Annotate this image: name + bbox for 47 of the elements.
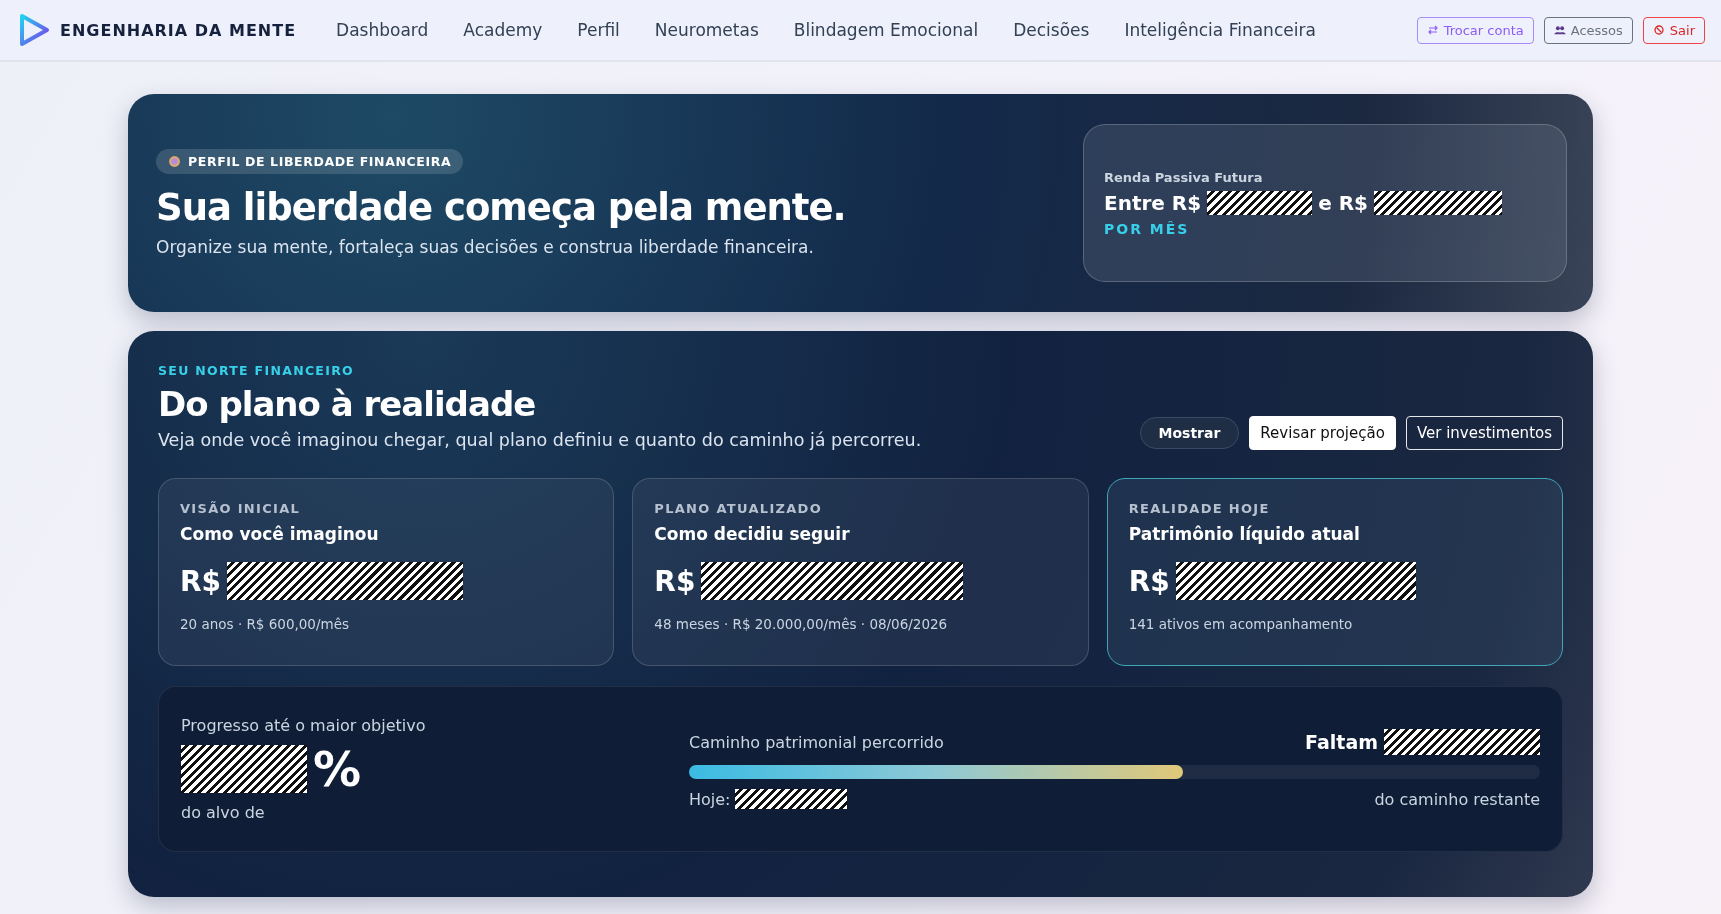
remaining-note: do caminho restante bbox=[1374, 789, 1540, 809]
profile-badge: PERFIL DE LIBERDADE FINANCEIRA bbox=[156, 149, 464, 174]
today-label: Hoje: bbox=[689, 789, 731, 809]
income-label: Renda Passiva Futura bbox=[1104, 169, 1264, 185]
remaining-label: Faltam bbox=[1305, 731, 1378, 753]
nav-link[interactable]: Academy bbox=[463, 20, 543, 40]
brand-name: ENGENHARIA DA MENTE bbox=[60, 20, 297, 40]
card-eyebrow: PLANO ATUALIZADO bbox=[654, 501, 824, 516]
currency-symbol: R$ bbox=[654, 564, 696, 598]
currency-symbol: R$ bbox=[1128, 564, 1170, 598]
power-icon bbox=[1652, 24, 1665, 36]
access-button[interactable]: Acessos bbox=[1543, 16, 1633, 44]
income-connector: e R$ bbox=[1318, 190, 1368, 215]
section-title: Do plano à realidade bbox=[158, 384, 537, 424]
nav-link[interactable]: Dashboard bbox=[336, 20, 429, 40]
medal-icon bbox=[168, 155, 181, 168]
logout-button[interactable]: Sair bbox=[1642, 16, 1705, 44]
swap-icon bbox=[1426, 24, 1439, 36]
nav-link[interactable]: Neurometas bbox=[654, 20, 759, 40]
hero-title: Sua liberdade começa pela mente. bbox=[156, 186, 846, 229]
show-button[interactable]: Mostrar bbox=[1139, 417, 1240, 449]
section-subtitle: Veja onde você imaginou chegar, qual plano definiu e quanto do caminho já percorreu. bbox=[158, 430, 922, 450]
nav-link[interactable]: Inteligência Financeira bbox=[1124, 20, 1316, 40]
users-icon bbox=[1553, 24, 1566, 36]
review-button[interactable]: Revisar projeção bbox=[1249, 416, 1396, 450]
switch-account-button[interactable]: Trocar conta bbox=[1416, 16, 1534, 44]
card-title: Como decidiu seguir bbox=[654, 524, 851, 544]
income-prefix: Entre R$ bbox=[1104, 190, 1202, 215]
path-label: Caminho patrimonial percorrido bbox=[689, 732, 944, 752]
progress-label: Progresso até o maior objetivo bbox=[181, 716, 427, 735]
card-note: 48 meses · R$ 20.000,00/mês · 08/06/2026 bbox=[654, 616, 949, 632]
target-label: do alvo de bbox=[181, 803, 266, 822]
currency-symbol: R$ bbox=[180, 564, 222, 598]
card-note: 141 ativos em acompanhamento bbox=[1128, 616, 1354, 632]
income-period: POR MÊS bbox=[1104, 220, 1191, 237]
investments-button[interactable]: Ver investimentos bbox=[1405, 416, 1563, 450]
card-note: 20 anos · R$ 600,00/mês bbox=[180, 616, 350, 632]
nav-link[interactable]: Decisões bbox=[1013, 20, 1090, 40]
card-title: Patrimônio líquido atual bbox=[1128, 524, 1361, 544]
hero-subtitle: Organize sua mente, fortaleça suas decisões e construa liberdade financeira. bbox=[156, 237, 815, 257]
card-title: Como você imaginou bbox=[180, 524, 380, 544]
section-eyebrow: SEU NORTE FINANCEIRO bbox=[158, 363, 355, 378]
nav-link[interactable]: Blindagem Emocional bbox=[793, 20, 979, 40]
nav-link[interactable]: Perfil bbox=[577, 20, 620, 40]
percent-sign: % bbox=[313, 741, 362, 797]
card-eyebrow: REALIDADE HOJE bbox=[1128, 501, 1271, 516]
card-eyebrow: VISÃO INICIAL bbox=[180, 501, 302, 516]
